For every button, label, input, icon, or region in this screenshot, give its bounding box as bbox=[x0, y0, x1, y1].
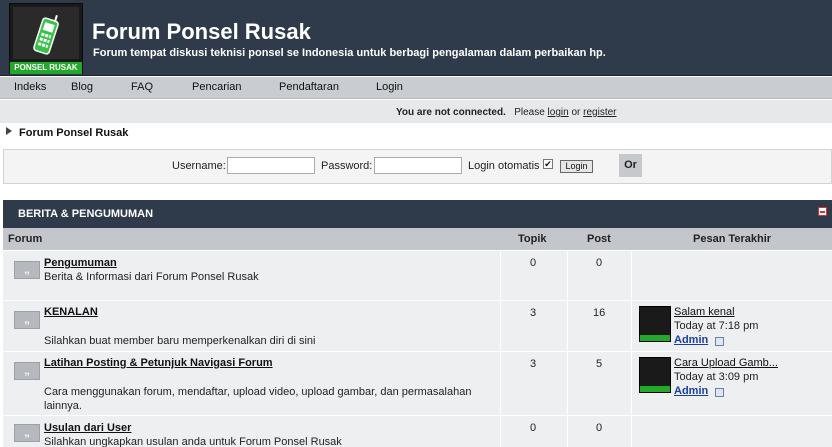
login-link[interactable]: login bbox=[548, 107, 569, 118]
quote-bubble-icon: „ bbox=[14, 311, 40, 329]
column-forum: Forum bbox=[8, 233, 43, 245]
nav-item-faq[interactable]: FAQ bbox=[131, 81, 153, 93]
column-post: Post bbox=[587, 233, 611, 245]
forum-name[interactable]: Usulan dari User bbox=[44, 422, 131, 434]
or-button[interactable]: Or bbox=[619, 154, 642, 177]
collapse-minus-icon[interactable] bbox=[818, 207, 827, 216]
post-count: 0 bbox=[596, 257, 603, 269]
forum-row: „ Pengumuman Berita & Informasi dari For… bbox=[3, 250, 832, 300]
column-topik: Topik bbox=[518, 233, 547, 245]
password-label: Password: bbox=[321, 160, 373, 172]
login-button[interactable]: Login bbox=[560, 160, 593, 173]
forum-row: „ Latihan Posting & Petunjuk Navigasi Fo… bbox=[3, 351, 832, 415]
main-nav: Indeks Blog FAQ Pencarian Pendaftaran Lo… bbox=[0, 77, 832, 99]
logo-image bbox=[13, 7, 79, 59]
column-pesan-terakhir: Pesan Terakhir bbox=[693, 233, 772, 245]
last-post-time: Today at 7:18 pm bbox=[674, 320, 759, 332]
topic-count: 3 bbox=[530, 358, 537, 370]
go-to-post-icon[interactable] bbox=[715, 388, 724, 397]
category-title[interactable]: BERITA & PENGUMUMAN bbox=[18, 208, 153, 220]
cellphone-icon bbox=[33, 15, 59, 55]
auto-login-checkbox[interactable]: ✔ bbox=[543, 159, 553, 169]
nav-item-pencarian[interactable]: Pencarian bbox=[192, 81, 242, 93]
go-to-post-icon[interactable] bbox=[715, 337, 724, 346]
topic-count: 0 bbox=[530, 257, 537, 269]
logo-text: PONSEL RUSAK bbox=[10, 62, 82, 74]
quote-bubble-icon: „ bbox=[14, 424, 40, 442]
nav-item-pendaftaran[interactable]: Pendaftaran bbox=[279, 81, 339, 93]
forum-description: Cara menggunakan forum, mendaftar, uploa… bbox=[44, 386, 472, 412]
forum-name[interactable]: Pengumuman bbox=[44, 257, 117, 269]
site-logo[interactable]: PONSEL RUSAK bbox=[9, 3, 83, 74]
register-link[interactable]: register bbox=[583, 107, 616, 118]
last-post-title[interactable]: Salam kenal bbox=[674, 306, 735, 318]
auto-login-label: Login otomatis bbox=[468, 160, 540, 172]
avatar[interactable] bbox=[639, 357, 671, 393]
topic-count: 3 bbox=[530, 307, 537, 319]
nav-item-indeks[interactable]: Indeks bbox=[14, 81, 46, 93]
nav-item-blog[interactable]: Blog bbox=[71, 81, 93, 93]
forum-name[interactable]: KENALAN bbox=[44, 306, 98, 318]
connection-status: You are not connected. Please login or r… bbox=[396, 107, 617, 118]
breadcrumb-home-link[interactable]: Forum Ponsel Rusak bbox=[19, 127, 128, 139]
quote-bubble-icon: „ bbox=[14, 261, 40, 279]
quick-login-form: Username: Password: Login otomatis ✔ Log… bbox=[3, 149, 832, 184]
last-post-title[interactable]: Cara Upload Gamb... bbox=[674, 357, 778, 369]
last-post-user[interactable]: Admin bbox=[674, 334, 708, 346]
or-text: or bbox=[571, 107, 581, 118]
site-header: PONSEL RUSAK Forum Ponsel Rusak Forum te… bbox=[0, 0, 832, 76]
avatar[interactable] bbox=[639, 306, 671, 342]
forum-name[interactable]: Latihan Posting & Petunjuk Navigasi Foru… bbox=[44, 357, 273, 369]
connection-status-bar: You are not connected. Please login or r… bbox=[0, 100, 832, 123]
topic-count: 0 bbox=[530, 422, 537, 434]
last-post-time: Today at 3:09 pm bbox=[674, 371, 759, 383]
forum-description: Berita & Informasi dari Forum Ponsel Rus… bbox=[44, 271, 259, 283]
forum-row: „ KENALAN Silahkan buat member baru memp… bbox=[3, 300, 832, 351]
forum-table-header: Forum Topik Post Pesan Terakhir bbox=[3, 228, 832, 250]
category-header: BERITA & PENGUMUMAN bbox=[3, 200, 832, 228]
password-input[interactable] bbox=[374, 157, 462, 174]
username-label: Username: bbox=[172, 160, 226, 172]
post-count: 5 bbox=[596, 358, 603, 370]
site-description: Forum tempat diskusi teknisi ponsel se I… bbox=[93, 47, 606, 59]
site-title[interactable]: Forum Ponsel Rusak bbox=[92, 19, 311, 45]
last-post-user[interactable]: Admin bbox=[674, 385, 708, 397]
please-text: Please bbox=[514, 107, 545, 118]
forum-description: Silahkan buat member baru memperkenalkan… bbox=[44, 335, 316, 347]
quote-bubble-icon: „ bbox=[14, 362, 40, 380]
post-count: 16 bbox=[593, 307, 606, 319]
post-count: 0 bbox=[596, 422, 603, 434]
forum-row: „ Usulan dari User Silahkan ungkapkan us… bbox=[3, 415, 832, 447]
breadcrumb-arrow-icon bbox=[6, 127, 12, 135]
nav-item-login[interactable]: Login bbox=[376, 81, 403, 93]
username-input[interactable] bbox=[227, 157, 315, 174]
not-connected-text: You are not connected. bbox=[396, 107, 506, 118]
forum-description: Silahkan ungkapkan usulan anda untuk For… bbox=[44, 436, 342, 447]
breadcrumb: Forum Ponsel Rusak bbox=[6, 127, 128, 139]
